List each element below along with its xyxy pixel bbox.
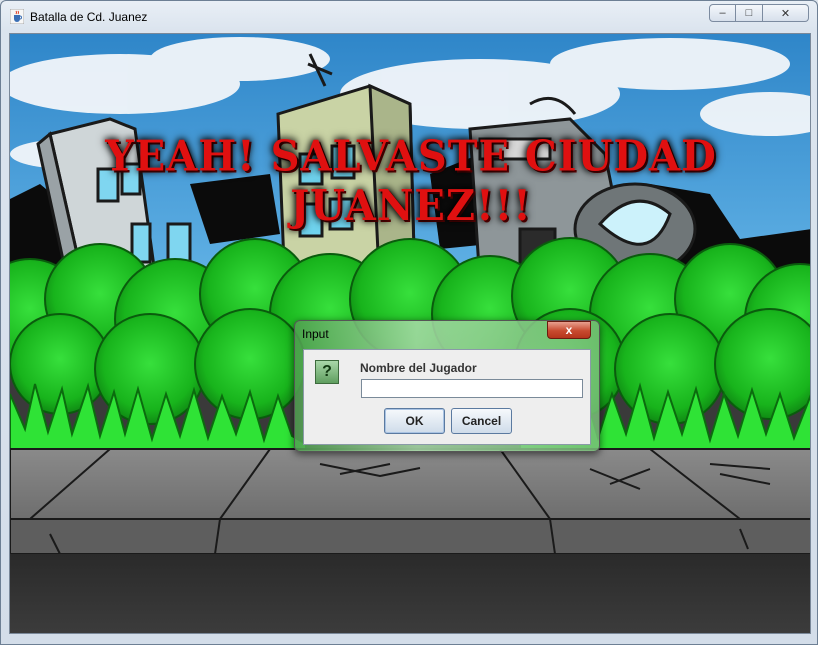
maximize-icon: □ [745,7,753,19]
player-name-input[interactable] [361,379,583,398]
java-cup-icon [10,9,24,24]
window-controls: – □ ✕ [709,4,809,24]
minimize-button[interactable]: – [709,4,736,22]
close-icon: x [565,323,573,337]
dialog-close-button[interactable]: x [547,321,591,339]
close-icon: ✕ [780,7,791,20]
sidewalk [10,448,810,520]
title-bar[interactable]: Batalla de Cd. Juanez – □ ✕ [1,1,817,33]
victory-banner: YEAH! SALVASTE CIUDAD JUANEZ!!! [105,131,717,231]
dialog-title: Input [302,327,329,341]
ok-button[interactable]: OK [384,408,445,434]
dialog-content: ? Nombre del Jugador OK Cancel [303,349,591,445]
minimize-icon: – [719,7,726,19]
road [10,554,810,633]
curb [10,518,810,555]
question-icon: ? [315,360,339,384]
window-title: Batalla de Cd. Juanez [30,10,148,24]
close-button[interactable]: ✕ [763,4,809,22]
player-name-label: Nombre del Jugador [360,361,477,375]
cancel-button[interactable]: Cancel [451,408,512,434]
application-window: Batalla de Cd. Juanez – □ ✕ YEAH! SALVAS… [0,0,818,645]
input-dialog: Input x ? Nombre del Jugador OK Cancel [294,320,600,452]
maximize-button[interactable]: □ [736,4,763,22]
